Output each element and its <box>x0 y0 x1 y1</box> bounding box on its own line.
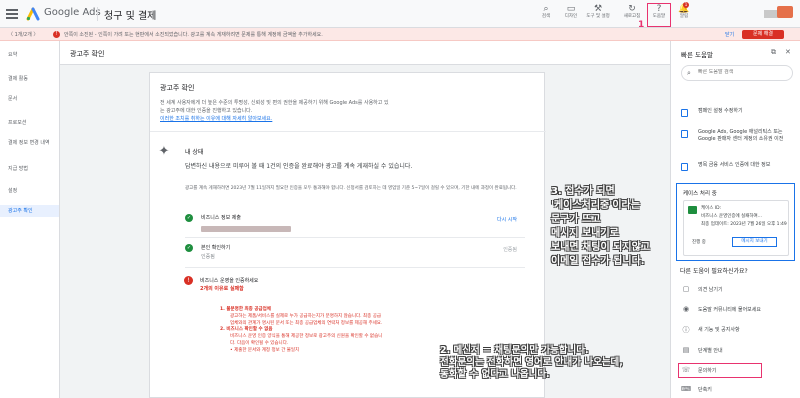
search-icon: ⌕ <box>543 4 549 14</box>
document-icon <box>681 130 688 138</box>
alert-message: 안쪽이 소진된 - 인쪽이 가려 또는 현판에서 소진되었습니다. 광고를 계속… <box>64 32 323 38</box>
step-identity: ✓ 본인 확인하기 인증됨 인증됨 <box>185 240 525 268</box>
menu-icon[interactable] <box>6 9 18 19</box>
nav-item-payment-history[interactable]: 결제 정보 변경 내역 <box>0 139 50 159</box>
community-link[interactable]: ◉ 도움말 커뮤니티에 물어보세요 <box>681 303 796 317</box>
case-card[interactable]: 케이스 ID: 비즈니스 운영인증에 실패하여... 최종 업데이트: 2023… <box>683 200 789 256</box>
nav-item-transactions[interactable]: 결제 활동 <box>0 75 59 89</box>
help-icon: ? <box>656 4 662 14</box>
document-icon <box>681 163 688 171</box>
keyboard-icon: ⌨ <box>681 385 692 393</box>
error-icon: ! <box>184 276 193 285</box>
fail-reason-count: 2개의 이유로 실패함 <box>200 286 244 292</box>
close-icon[interactable]: ✕ <box>785 48 791 56</box>
alert-banner: 〈 1개/2개 〉 ! 안쪽이 소진된 - 인쪽이 가려 또는 현판에서 소진되… <box>0 28 800 41</box>
verified-label: 인증됨 <box>503 247 517 253</box>
left-nav: 요약 결제 활동 문서 프로모션 결제 정보 변경 내역 지급 방법 설정 광고… <box>0 41 60 398</box>
panel-title: 빠른 도움말 <box>681 51 713 59</box>
step-business-info: ✓ 비즈니스 정보 제출 다시 시작 <box>185 210 525 238</box>
divider <box>150 131 546 132</box>
fail-title: 비즈니스 운영을 인증하세요 <box>200 278 259 284</box>
chat-icon <box>688 206 697 214</box>
brand-name: Google Ads <box>44 7 101 18</box>
chat-icon: ▢ <box>682 285 690 293</box>
whats-new-link[interactable]: ⓘ 새 기능 및 공지사항 <box>681 323 796 337</box>
status-title: 내 상태 <box>185 149 204 156</box>
nav-item-summary[interactable]: 요약 <box>0 51 59 65</box>
check-icon: ✓ <box>185 214 193 222</box>
google-ads-logo <box>26 7 40 21</box>
nav-item-documents[interactable]: 문서 <box>0 95 59 109</box>
help-article[interactable]: 캠페인 설정 수정하기 <box>681 108 791 122</box>
case-title: 케이스 처리 중 <box>683 191 717 197</box>
annotation-3: 3. 접수가 되면 '케이스처리중'이라는 문구가 뜨고 메시지 보내기로 보내… <box>551 186 650 267</box>
restart-link[interactable]: 다시 시작 <box>497 216 517 223</box>
help-button[interactable]: ? 도움말 <box>647 4 671 26</box>
step-title: 본인 확인하기 <box>201 245 231 251</box>
refresh-icon: ↻ <box>628 4 636 14</box>
help-search-input[interactable] <box>698 69 790 75</box>
step-status: 인증됨 <box>201 254 215 260</box>
annotation-2: 2. 메신저 = 채팅문의만 가능합니다. 전화문의는 전화하면 영어로 안내가… <box>440 345 623 380</box>
help-search[interactable]: ⌕ <box>681 65 793 81</box>
alert-pager[interactable]: 〈 1개/2개 〉 <box>8 31 38 38</box>
divider <box>97 7 98 21</box>
help-article[interactable]: 명목 금융 서비스 인증에 대한 정보 <box>681 162 791 176</box>
top-bar: Google Ads 청구 및 결제 ⌕ 검색 ▭ 디자인 ⚒ 도구 및 설정 … <box>0 0 800 30</box>
error-icon: ! <box>53 31 60 38</box>
community-icon: ◉ <box>682 305 690 313</box>
status-description: 답변하신 내용으로 미루어 볼 때 1건의 인증을 완료해야 광고를 계속 게재… <box>185 163 413 170</box>
avatar[interactable] <box>777 6 793 18</box>
appearance-icon: ▭ <box>566 4 576 14</box>
dismiss-button[interactable]: 닫기 <box>725 31 734 38</box>
nav-item-promotions[interactable]: 프로모션 <box>0 119 59 133</box>
notification-badge: 1 <box>683 2 689 8</box>
send-message-button[interactable]: 메시지 보내기 <box>732 237 777 247</box>
tools-button[interactable]: ⚒ 도구 및 설정 <box>586 4 610 26</box>
tools-icon: ⚒ <box>593 4 603 14</box>
card-title: 광고주 확인 <box>160 84 195 92</box>
card-description: 전 세계 사용자에게 더 높은 수준의 투명성, 신뢰성 및 편의 권한을 제공… <box>160 100 389 114</box>
open-new-icon[interactable]: ⧉ <box>771 48 776 57</box>
contact-us-link[interactable]: ☏ 문의하기 <box>681 364 796 378</box>
case-in-progress: 케이스 처리 중 케이스 ID: 비즈니스 운영인증에 실패하여... 최종 업… <box>676 183 795 261</box>
status-detail: 광고를 계속 게재하려면 2023년 7월 11일까지 필요한 인증을 모두 통… <box>185 186 517 191</box>
info-icon: ⓘ <box>682 326 690 334</box>
page-title: 광고주 확인 <box>70 50 105 58</box>
sparkle-icon: ✦ <box>158 144 170 159</box>
page-section-title: 청구 및 결제 <box>104 11 157 22</box>
help-article[interactable]: Google Ads, Google 애널리틱스 또는 Google 판매자 센… <box>681 129 791 153</box>
appearance-button[interactable]: ▭ 디자인 <box>559 4 583 26</box>
nav-item-settings[interactable]: 설정 <box>0 187 59 201</box>
more-help-heading: 다른 도움이 필요하신가요? <box>680 268 748 275</box>
search-button[interactable]: ⌕ 검색 <box>534 4 558 26</box>
feedback-link[interactable]: ▢ 의견 남기기 <box>681 283 796 297</box>
nav-item-payment-methods[interactable]: 지급 방법 <box>0 165 59 179</box>
nav-item-advertiser-verification[interactable]: 광고주 확인 <box>0 205 59 217</box>
shortcuts-link[interactable]: ⌨ 단축키 <box>681 383 796 397</box>
fix-issue-button[interactable]: 문제 해결 <box>742 30 784 39</box>
phone-icon: ☏ <box>681 366 691 374</box>
guide-link[interactable]: ▤ 단계별 안내 <box>681 344 796 358</box>
step-title: 비즈니스 정보 제출 <box>201 215 241 221</box>
learn-more-link[interactable]: 이러한 조치를 취하는 이유에 대해 자세히 알아보세요. <box>160 115 272 122</box>
check-icon: ✓ <box>185 244 193 252</box>
guide-icon: ▤ <box>682 346 690 354</box>
page-header: 광고주 확인 <box>60 41 670 65</box>
search-icon: ⌕ <box>687 69 691 77</box>
blurred-info <box>201 226 291 232</box>
document-icon <box>681 109 688 117</box>
fail-reasons: 1. 불분명한 최종 공급업체 광고하는 제품/서비스를 실제로 누가 공급하는… <box>220 307 383 353</box>
